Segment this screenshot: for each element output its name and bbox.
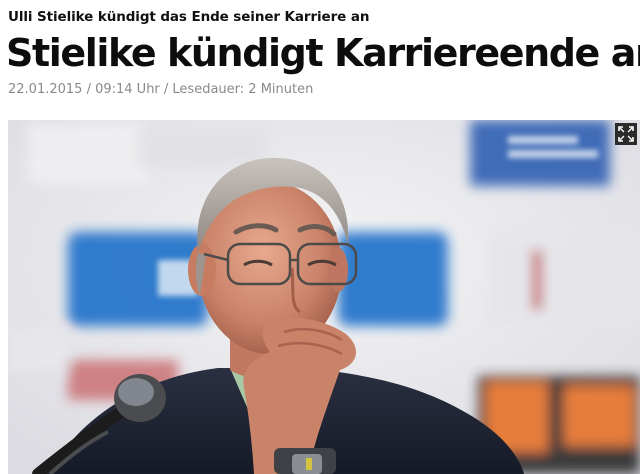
- expand-photo-button[interactable]: [615, 123, 637, 145]
- article-headline: Stielike kündigt Karriereende an: [6, 31, 640, 75]
- article-kicker: Ulli Stielike kündigt das Ende seiner Ka…: [8, 9, 370, 25]
- article-meta: 22.01.2015 / 09:14 Uhr / Lesedauer: 2 Mi…: [8, 82, 314, 97]
- expand-icon: [618, 126, 634, 142]
- press-conference-photo: [8, 120, 640, 474]
- article-photo[interactable]: [8, 120, 640, 474]
